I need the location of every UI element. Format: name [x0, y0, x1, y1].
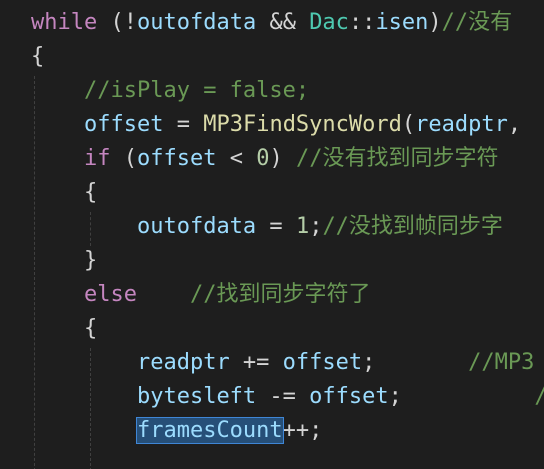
- code-token: ++;: [282, 418, 323, 443]
- code-line[interactable]: {: [31, 312, 97, 346]
- code-token: readptr: [136, 350, 230, 375]
- code-token: ;: [309, 214, 323, 239]
- code-line[interactable]: {: [31, 40, 44, 74]
- code-token: offset: [282, 350, 363, 375]
- code-token: /: [534, 384, 544, 409]
- code-line[interactable]: outofdata = 1;//没找到帧同步字: [31, 210, 503, 244]
- code-line[interactable]: while (!outofdata && Dac::isen)//没有: [31, 6, 512, 40]
- code-token: 1: [295, 214, 310, 239]
- code-token: isen: [375, 10, 429, 35]
- code-line[interactable]: framesCount++;: [31, 414, 322, 448]
- code-token: }: [83, 248, 98, 273]
- code-token: offset: [309, 384, 389, 409]
- code-token: readptr: [415, 112, 508, 137]
- code-token: else: [83, 282, 137, 307]
- code-editor[interactable]: while (!outofdata && Dac::isen)//没有{ //i…: [0, 0, 544, 469]
- code-token: &&: [256, 10, 310, 35]
- code-token: //MP3: [468, 350, 535, 375]
- code-line[interactable]: bytesleft -= offset; /: [31, 380, 544, 414]
- code-token: ;: [362, 350, 376, 375]
- code-line[interactable]: readptr += offset; //MP3: [31, 346, 534, 380]
- code-token: (!: [97, 10, 137, 35]
- code-token: outofdata: [136, 214, 257, 239]
- code-token: ,: [507, 112, 522, 137]
- code-token: //没有找到同步字符: [295, 146, 499, 171]
- code-token: offset: [83, 112, 164, 137]
- code-token: =: [163, 112, 204, 137]
- code-token: //没找到帧同步字: [322, 214, 503, 239]
- selected-token: framesCount: [135, 417, 284, 444]
- code-line[interactable]: {: [31, 176, 97, 210]
- code-token: //没有: [441, 10, 513, 35]
- code-token: <: [216, 146, 257, 171]
- code-token: //isPlay = false;: [83, 78, 310, 103]
- code-token: outofdata: [136, 10, 257, 35]
- code-token: bytesleft: [136, 384, 257, 409]
- code-line[interactable]: else //找到同步字符了: [31, 278, 370, 312]
- code-token: -=: [256, 384, 310, 409]
- code-token: //找到同步字符了: [189, 282, 371, 307]
- code-line[interactable]: if (offset < 0) //没有找到同步字符: [31, 142, 498, 176]
- code-token: {: [83, 316, 98, 341]
- code-token: if: [83, 146, 111, 171]
- code-token: {: [83, 180, 98, 205]
- code-token: {: [31, 44, 45, 69]
- code-token: +=: [229, 350, 283, 375]
- code-token: offset: [136, 146, 217, 171]
- code-line[interactable]: offset = MP3FindSyncWord(readptr,: [31, 108, 521, 142]
- code-token: 0: [256, 146, 270, 171]
- code-token: (: [401, 112, 416, 137]
- code-token: ): [428, 10, 442, 35]
- code-line[interactable]: //isPlay = false;: [31, 74, 309, 108]
- code-token: (: [110, 146, 137, 171]
- code-token: MP3FindSyncWord: [203, 112, 402, 137]
- code-token: while: [31, 10, 98, 35]
- code-token: ::: [348, 10, 376, 35]
- code-token: Dac: [309, 10, 349, 35]
- code-token: ): [269, 146, 296, 171]
- code-token: ;: [388, 384, 402, 409]
- code-token: =: [256, 214, 296, 239]
- code-line[interactable]: }: [31, 244, 97, 278]
